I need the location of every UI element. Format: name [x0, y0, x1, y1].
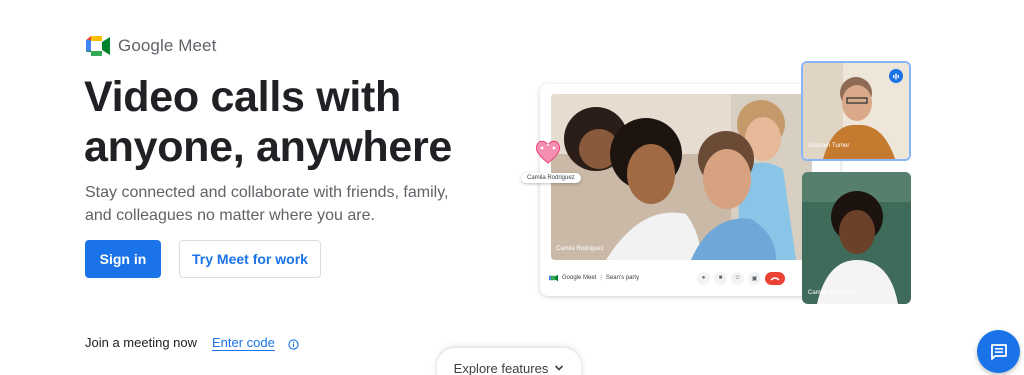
camera-icon: ■: [714, 271, 728, 285]
sign-in-button[interactable]: Sign in: [85, 240, 161, 278]
google-meet-logo[interactable]: Google Meet: [86, 36, 216, 56]
present-icon: ▣: [748, 271, 762, 285]
explore-features-label: Explore features: [453, 360, 549, 375]
hero-subtitle: Stay connected and collaborate with frie…: [85, 184, 449, 224]
chat-icon: [990, 343, 1007, 360]
explore-features-button[interactable]: Explore features: [437, 348, 581, 375]
reaction-name-chip: Camila Rodriguez: [521, 173, 581, 183]
meeting-name: Sean's party: [605, 275, 640, 281]
google-meet-logo-icon: [86, 36, 110, 56]
brand-name: Google Meet: [118, 36, 217, 55]
join-meeting-label: Join a meeting now: [85, 335, 198, 350]
participant-tile-2-video: [802, 172, 911, 304]
enter-code-link[interactable]: Enter code: [212, 335, 275, 350]
end-call-icon: [765, 271, 786, 285]
participant-tile-2: [802, 172, 911, 304]
tile-1-name: Stephen Turner: [808, 143, 850, 149]
heart-reaction-icon: [534, 139, 562, 170]
tile-2-name: Camila Rodriguez: [808, 290, 856, 296]
main-participant-name: Camila Rodriguez: [556, 246, 604, 252]
mic-icon: ●: [697, 271, 711, 285]
google-meet-mini-icon: [549, 274, 558, 282]
speaking-indicator-icon: [889, 69, 903, 83]
info-icon[interactable]: [288, 337, 299, 355]
emoji-icon: ☺: [731, 271, 745, 285]
hero-title: Video calls with anyone, anywhere: [84, 72, 524, 172]
hero-title-line-1: Video calls with: [84, 73, 402, 121]
chat-support-button[interactable]: [977, 330, 1020, 373]
try-meet-for-work-button[interactable]: Try Meet for work: [179, 240, 321, 278]
call-brand-label: Google Meet: [562, 275, 597, 281]
call-bar-separator: |: [600, 275, 602, 281]
hero-title-line-2: anyone, anywhere: [84, 123, 453, 171]
chevron-down-icon: [555, 365, 564, 371]
call-controls-bar: Google Meet | Sean's party ● ■ ☺ ▣: [549, 269, 819, 287]
main-video-feed: [551, 94, 812, 260]
